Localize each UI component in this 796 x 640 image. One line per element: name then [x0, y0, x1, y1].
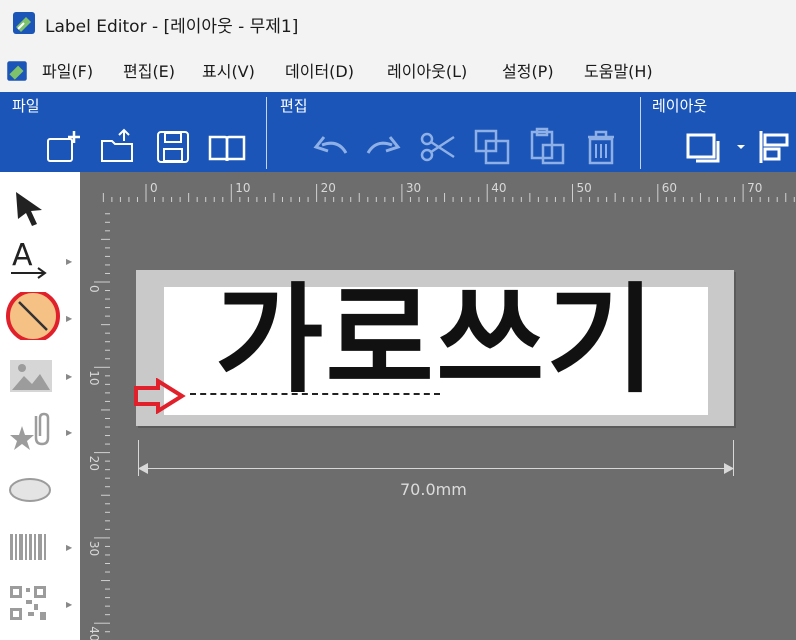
new-label-icon: [47, 131, 80, 162]
menu-settings[interactable]: 설정(P): [502, 58, 554, 82]
qrcode-tool-expand-icon[interactable]: ▶: [66, 600, 72, 609]
redo-icon: [366, 136, 401, 154]
menu-layout[interactable]: 레이아웃(L): [387, 58, 467, 82]
image-tool-expand-icon[interactable]: ▶: [66, 372, 72, 381]
line-tool-expand-icon[interactable]: ▶: [66, 314, 72, 323]
copy-icon: [474, 129, 510, 165]
menu-view[interactable]: 표시(V): [202, 58, 255, 82]
design-canvas[interactable]: 0 10 20 30 40 50 60 70 0 10 20 30 40 가로쓰기 70.0mm: [80, 172, 796, 640]
delete-icon: [588, 130, 614, 165]
new-label-button[interactable]: [44, 127, 84, 167]
menu-help[interactable]: 도움말(H): [584, 58, 653, 82]
line-tool[interactable]: [4, 292, 60, 340]
text-tool-expand-icon[interactable]: ▶: [66, 257, 72, 266]
open-button[interactable]: [98, 127, 138, 167]
frame-icon: [686, 133, 720, 163]
svg-text:A: A: [12, 238, 33, 273]
horizontal-ruler: 0 10 20 30 40 50 60 70: [102, 181, 795, 202]
window-title: Label Editor - [레이아웃 - 무제1]: [45, 17, 299, 37]
copy-button[interactable]: [472, 127, 512, 167]
open-folder-icon: [101, 128, 133, 162]
qrcode-tool-icon: [10, 586, 46, 620]
save-icon: [157, 131, 189, 163]
ribbon-group-file-label: 파일: [12, 97, 40, 115]
frame-button[interactable]: [684, 127, 724, 167]
label-width-text: 70.0mm: [400, 480, 467, 499]
ribbon-group-edit-label: 편집: [280, 97, 308, 115]
text-tool[interactable]: A: [4, 235, 60, 283]
undo-button[interactable]: [310, 127, 350, 167]
ruler-tick-label: 10: [235, 181, 250, 195]
ruler-tick-label: 20: [321, 181, 336, 195]
clipart-tool-icon: [10, 412, 50, 450]
dimension-arrow-right-icon: [724, 463, 734, 474]
paste-button[interactable]: [527, 127, 567, 167]
text-baseline-guide: [190, 393, 440, 395]
menu-app-icon[interactable]: [4, 58, 30, 84]
cut-button[interactable]: [418, 127, 458, 167]
ellipse-tool-icon: [9, 478, 51, 502]
paste-icon: [530, 127, 565, 165]
ribbon-separator: [266, 97, 267, 169]
align-icon: [759, 131, 789, 163]
text-tool-icon: A: [11, 238, 47, 279]
ruler-tick-label: 60: [662, 181, 677, 195]
undo-icon: [313, 136, 348, 154]
layout-dropdown-button[interactable]: [734, 139, 748, 153]
ruler-tick-label: 0: [87, 285, 101, 293]
menu-file[interactable]: 파일(F): [42, 58, 93, 82]
pointer-arrow-icon: [134, 378, 186, 414]
menu-data[interactable]: 데이터(D): [285, 58, 354, 82]
clipart-tool[interactable]: [4, 408, 60, 456]
ruler-tick-label: 30: [87, 541, 101, 556]
ruler-tick-label: 10: [87, 370, 101, 385]
delete-button[interactable]: [581, 127, 621, 167]
image-tool-icon: [10, 360, 52, 392]
ruler-tick-label: 40: [87, 626, 101, 640]
redo-button[interactable]: [364, 127, 404, 167]
ellipse-tool[interactable]: [4, 466, 60, 514]
barcode-tool[interactable]: [4, 522, 60, 570]
ruler-tick-label: 0: [150, 181, 158, 195]
ruler-tick-label: 30: [406, 181, 421, 195]
ruler-tick-label: 70: [747, 181, 762, 195]
menu-edit[interactable]: 편집(E): [123, 58, 175, 82]
select-tool[interactable]: [4, 186, 60, 234]
label-text-object[interactable]: 가로쓰기: [164, 270, 708, 410]
ruler-tick-label: 20: [87, 456, 101, 471]
barcode-tool-icon: [10, 534, 46, 560]
ruler-tick-label: 40: [491, 181, 506, 195]
qrcode-tool[interactable]: [4, 578, 60, 626]
dimension-arrow-left-icon: [138, 463, 148, 474]
line-tool-icon: [6, 292, 60, 340]
align-button[interactable]: [756, 127, 796, 167]
app-icon: [12, 11, 36, 35]
dimension-line: [138, 468, 734, 469]
cut-icon: [420, 132, 455, 162]
book-button[interactable]: [207, 127, 247, 167]
ribbon-group-layout-label: 레이아웃: [652, 97, 708, 115]
vertical-ruler: 0 10 20 30 40: [87, 213, 110, 640]
ruler-tick-label: 50: [577, 181, 592, 195]
image-tool[interactable]: [4, 354, 60, 402]
clipart-tool-expand-icon[interactable]: ▶: [66, 428, 72, 437]
ribbon-separator: [640, 97, 641, 169]
select-arrow-icon: [16, 192, 42, 226]
save-button[interactable]: [153, 127, 193, 167]
book-icon: [208, 135, 246, 162]
chevron-down-icon: [737, 145, 745, 149]
barcode-tool-expand-icon[interactable]: ▶: [66, 543, 72, 552]
